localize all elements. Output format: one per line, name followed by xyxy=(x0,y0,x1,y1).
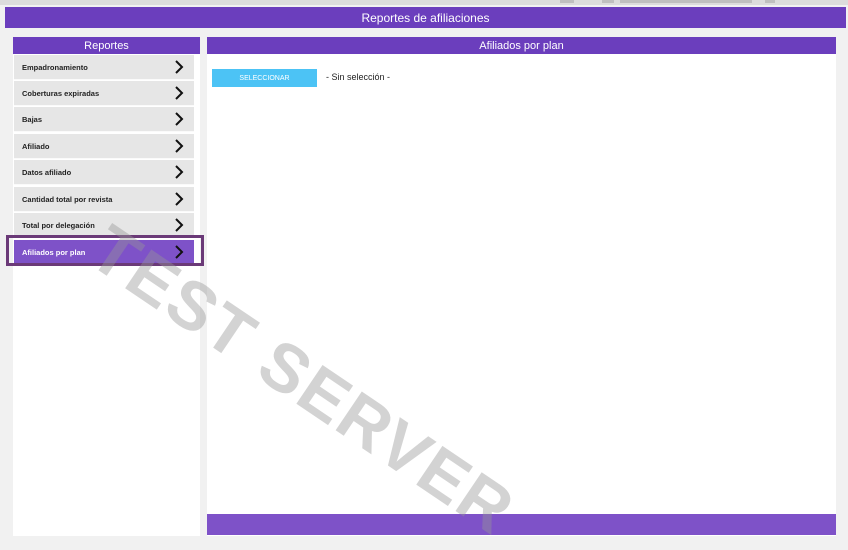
main-header: Afiliados por plan xyxy=(207,37,836,54)
sidebar-item-coberturas-expiradas[interactable]: Coberturas expiradas xyxy=(14,81,194,106)
sidebar-item-afiliado[interactable]: Afiliado xyxy=(14,134,194,159)
address-field xyxy=(620,0,752,3)
sidebar-item-afiliados-por-plan[interactable]: Afiliados por plan xyxy=(14,240,194,265)
main-panel: Afiliados por plan SELECCIONAR - Sin sel… xyxy=(207,37,836,536)
browser-top-strip xyxy=(0,0,848,5)
sidebar: Reportes Empadronamiento Coberturas expi… xyxy=(13,37,200,536)
sidebar-item-cantidad-total-por-revista[interactable]: Cantidad total por revista xyxy=(14,187,194,212)
page-title-bar: Reportes de afiliaciones xyxy=(5,7,846,28)
sidebar-item-label: Afiliados por plan xyxy=(22,247,86,257)
sidebar-item-label: Cantidad total por revista xyxy=(22,194,113,204)
chevron-right-icon xyxy=(175,139,184,153)
select-button[interactable]: SELECCIONAR xyxy=(212,69,317,87)
sidebar-title: Reportes xyxy=(84,39,129,52)
chevron-right-icon xyxy=(175,60,184,74)
window-control-icon xyxy=(602,0,614,3)
sidebar-item-label: Bajas xyxy=(22,114,43,124)
sidebar-item-empadronamiento[interactable]: Empadronamiento xyxy=(14,55,194,80)
chevron-right-icon xyxy=(175,112,184,126)
sidebar-item-label: Total por delegación xyxy=(22,220,95,230)
sidebar-item-label: Datos afiliado xyxy=(22,167,72,177)
window-control-icon xyxy=(765,0,775,3)
selection-status: - Sin selección - xyxy=(326,72,391,82)
sidebar-item-label: Empadronamiento xyxy=(22,62,88,72)
chevron-right-icon xyxy=(175,245,184,259)
sidebar-item-total-por-delegacion[interactable]: Total por delegación xyxy=(14,213,194,238)
chevron-right-icon xyxy=(175,192,184,206)
main-title: Afiliados por plan xyxy=(479,39,564,52)
sidebar-item-datos-afiliado[interactable]: Datos afiliado xyxy=(14,160,194,185)
window-control-icon xyxy=(560,0,574,3)
chevron-right-icon xyxy=(175,165,184,179)
footer-bar xyxy=(207,514,836,535)
sidebar-item-label: Afiliado xyxy=(22,141,50,151)
chevron-right-icon xyxy=(175,86,184,100)
chevron-right-icon xyxy=(175,218,184,232)
sidebar-item-bajas[interactable]: Bajas xyxy=(14,107,194,132)
page-title: Reportes de afiliaciones xyxy=(361,10,490,25)
sidebar-item-label: Coberturas expiradas xyxy=(22,88,100,98)
sidebar-header: Reportes xyxy=(13,37,200,54)
